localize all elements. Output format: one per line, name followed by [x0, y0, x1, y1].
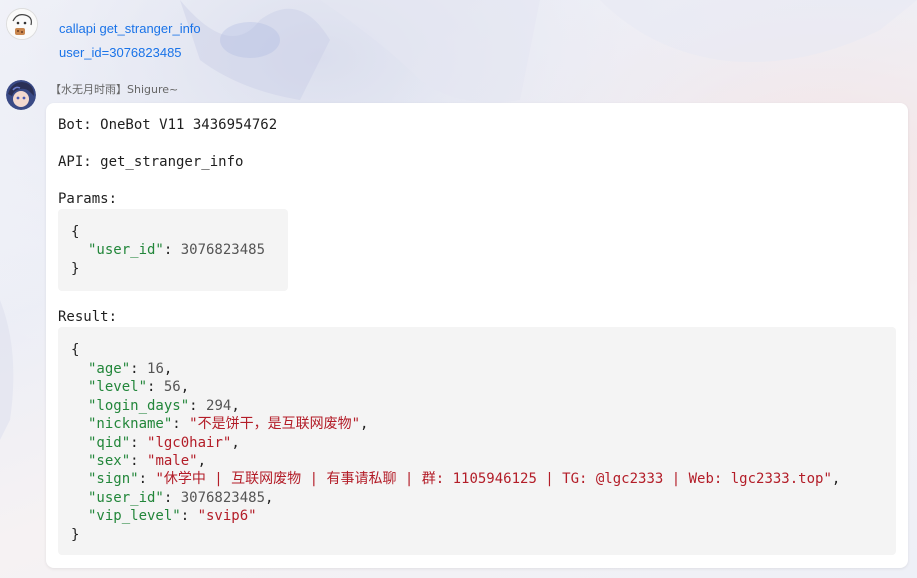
- json-comma: ,: [231, 434, 240, 451]
- bot-avatar[interactable]: [6, 80, 36, 110]
- json-colon: :: [138, 471, 156, 488]
- json-comma: ,: [163, 361, 173, 377]
- json-value: 16: [147, 361, 164, 377]
- json-colon: :: [147, 379, 164, 396]
- json-key: "nickname": [88, 416, 173, 433]
- result-row: "sign": "休学中 | 互联网废物 | 有事请私聊 | 群: 110594…: [88, 470, 840, 489]
- json-comma: ,: [180, 379, 190, 396]
- params-label: Params:: [58, 191, 118, 207]
- json-colon: :: [180, 508, 198, 525]
- user-avatar[interactable]: [6, 8, 38, 40]
- avatar-icon: [6, 80, 36, 110]
- command-line-2: user_id=3076823485: [59, 45, 182, 60]
- json-colon: :: [172, 416, 190, 433]
- json-comma: ,: [197, 453, 207, 469]
- params-row: "user_id": 3076823485: [88, 241, 265, 260]
- json-comma: ,: [265, 489, 274, 506]
- json-colon: :: [189, 397, 207, 414]
- json-key: "sex": [88, 453, 131, 469]
- result-row: "nickname": "不是饼干，是互联网废物",: [88, 415, 368, 434]
- sender-name: 【水无月时雨】Shigure~: [50, 83, 179, 96]
- json-key: "age": [88, 361, 131, 377]
- json-value: "male": [147, 453, 198, 469]
- json-colon: :: [163, 242, 181, 258]
- reply-bubble: Bot: OneBot V11 3436954762 API: get_stra…: [46, 103, 908, 568]
- json-value: 56: [163, 379, 181, 396]
- json-key: "user_id": [88, 242, 164, 258]
- json-value: "不是饼干，是互联网废物": [189, 416, 361, 433]
- json-colon: :: [130, 453, 148, 469]
- json-key: "login_days": [88, 397, 190, 414]
- json-colon: :: [163, 489, 181, 506]
- result-row: "qid": "lgc0hair",: [88, 434, 240, 453]
- params-close-brace: }: [71, 261, 80, 277]
- result-open-brace: {: [71, 342, 80, 358]
- json-comma: ,: [231, 397, 240, 414]
- json-comma: ,: [360, 416, 369, 433]
- command-line-1: callapi get_stranger_info: [59, 21, 201, 36]
- json-value: 294: [206, 397, 232, 414]
- json-key: "vip_level": [88, 508, 181, 525]
- json-key: "user_id": [88, 489, 164, 506]
- params-code-block: { "user_id": 3076823485 }: [58, 209, 288, 291]
- result-row: "vip_level": "svip6": [88, 507, 257, 526]
- json-colon: :: [130, 361, 148, 377]
- bot-line: Bot: OneBot V11 3436954762: [58, 117, 278, 133]
- result-close-brace: }: [71, 527, 80, 543]
- json-key: "sign": [88, 471, 139, 488]
- result-row: "sex": "male",: [88, 452, 206, 471]
- avatar-icon: [7, 9, 37, 39]
- json-comma: ,: [831, 471, 841, 488]
- json-value: "休学中 | 互联网废物 | 有事请私聊 | 群: 1105946125 | T…: [155, 471, 832, 488]
- result-row: "login_days": 294,: [88, 397, 240, 416]
- json-colon: :: [130, 434, 148, 451]
- params-open-brace: {: [71, 224, 80, 240]
- json-value: 3076823485: [180, 489, 266, 506]
- json-value: 3076823485: [180, 242, 266, 258]
- result-code-block: { "age": 16, "level": 56, "login_days": 29…: [58, 327, 896, 555]
- json-key: "level": [88, 379, 148, 396]
- json-value: "svip6": [197, 508, 257, 525]
- json-value: "lgc0hair": [147, 434, 232, 451]
- result-label: Result:: [58, 309, 118, 325]
- result-row: "level": 56,: [88, 378, 189, 397]
- result-row: "user_id": 3076823485,: [88, 489, 273, 508]
- json-key: "qid": [88, 434, 131, 451]
- api-line: API: get_stranger_info: [58, 154, 244, 170]
- result-row: "age": 16,: [88, 360, 172, 379]
